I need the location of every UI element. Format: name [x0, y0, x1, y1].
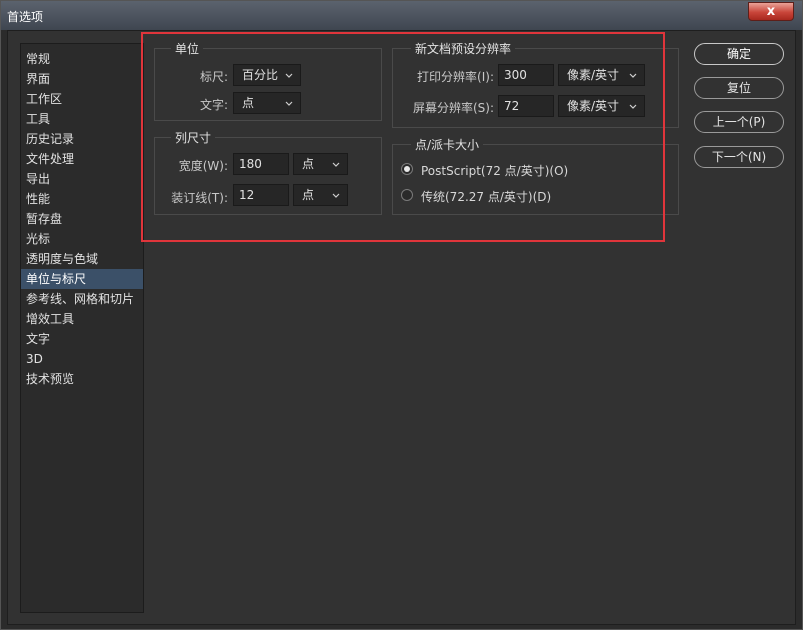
gutter-unit-dropdown[interactable]: 点 — [293, 184, 348, 206]
preferences-dialog: 首选项 x 常规 界面 工作区 工具 历史记录 文件处理 导出 性能 暂存盘 光… — [0, 0, 803, 630]
ruler-unit-value: 百分比 — [242, 68, 279, 82]
window-title: 首选项 — [7, 10, 44, 24]
sidebar-item-3d[interactable]: 3D — [21, 349, 143, 369]
column-width-unit-dropdown[interactable]: 点 — [293, 153, 348, 175]
sidebar-item-general[interactable]: 常规 — [21, 49, 143, 69]
sidebar-item-tools[interactable]: 工具 — [21, 109, 143, 129]
column-width-label: 宽度(W): — [178, 159, 228, 173]
title-bar[interactable]: 首选项 x — [1, 1, 802, 30]
gutter-input[interactable]: 12 — [233, 184, 289, 206]
close-icon: x — [766, 4, 776, 19]
type-unit-dropdown[interactable]: 点 — [233, 92, 301, 114]
postscript-radio[interactable] — [401, 163, 413, 175]
ruler-label: 标尺: — [199, 70, 228, 84]
next-button[interactable]: 下一个(N) — [694, 146, 784, 168]
type-unit-value: 点 — [242, 96, 255, 110]
type-unit-label: 文字: — [199, 98, 228, 112]
sidebar-item-units-rulers[interactable]: 单位与标尺 — [21, 269, 143, 289]
reset-button[interactable]: 复位 — [694, 77, 784, 99]
screen-resolution-unit-value: 像素/英寸 — [567, 99, 620, 113]
print-resolution-unit-value: 像素/英寸 — [567, 68, 620, 82]
postscript-radio-label[interactable]: PostScript(72 点/英寸)(O) — [421, 162, 568, 179]
sidebar-item-guides-grid[interactable]: 参考线、网格和切片 — [21, 289, 143, 309]
prev-button[interactable]: 上一个(P) — [694, 111, 784, 133]
column-width-input[interactable]: 180 — [233, 153, 289, 175]
chevron-down-icon — [285, 101, 293, 106]
sidebar-item-file-handling[interactable]: 文件处理 — [21, 149, 143, 169]
units-legend: 单位 — [171, 40, 204, 57]
dialog-body: 常规 界面 工作区 工具 历史记录 文件处理 导出 性能 暂存盘 光标 透明度与… — [7, 30, 796, 625]
print-resolution-unit-dropdown[interactable]: 像素/英寸 — [558, 64, 645, 86]
chevron-down-icon — [332, 162, 340, 167]
sidebar-item-scratch-disks[interactable]: 暂存盘 — [21, 209, 143, 229]
ruler-unit-dropdown[interactable]: 百分比 — [233, 64, 301, 86]
sidebar-item-workspace[interactable]: 工作区 — [21, 89, 143, 109]
screen-resolution-label: 屏幕分辨率(S): — [412, 101, 494, 115]
point-size-legend: 点/派卡大小 — [411, 136, 484, 153]
sidebar-item-cursors[interactable]: 光标 — [21, 229, 143, 249]
sidebar-item-transparency[interactable]: 透明度与色域 — [21, 249, 143, 269]
column-size-legend: 列尺寸 — [171, 129, 216, 146]
sidebar-item-export[interactable]: 导出 — [21, 169, 143, 189]
traditional-radio-label[interactable]: 传统(72.27 点/英寸)(D) — [421, 188, 551, 205]
column-width-unit-value: 点 — [302, 157, 315, 171]
new-doc-resolution-legend: 新文档预设分辨率 — [411, 40, 516, 57]
sidebar-item-plugins[interactable]: 增效工具 — [21, 309, 143, 329]
sidebar-item-type[interactable]: 文字 — [21, 329, 143, 349]
gutter-unit-value: 点 — [302, 188, 315, 202]
chevron-down-icon — [285, 73, 293, 78]
chevron-down-icon — [629, 73, 637, 78]
sidebar-item-performance[interactable]: 性能 — [21, 189, 143, 209]
screen-resolution-input[interactable]: 72 — [498, 95, 554, 117]
sidebar-item-history[interactable]: 历史记录 — [21, 129, 143, 149]
sidebar-item-interface[interactable]: 界面 — [21, 69, 143, 89]
category-list: 常规 界面 工作区 工具 历史记录 文件处理 导出 性能 暂存盘 光标 透明度与… — [20, 43, 144, 613]
chevron-down-icon — [332, 193, 340, 198]
print-resolution-input[interactable]: 300 — [498, 64, 554, 86]
close-button[interactable]: x — [748, 2, 794, 21]
sidebar-item-tech-preview[interactable]: 技术预览 — [21, 369, 143, 389]
screen-resolution-unit-dropdown[interactable]: 像素/英寸 — [558, 95, 645, 117]
traditional-radio[interactable] — [401, 189, 413, 201]
chevron-down-icon — [629, 104, 637, 109]
ok-button[interactable]: 确定 — [694, 43, 784, 65]
print-resolution-label: 打印分辨率(I): — [417, 70, 494, 84]
gutter-label: 装订线(T): — [171, 191, 228, 205]
